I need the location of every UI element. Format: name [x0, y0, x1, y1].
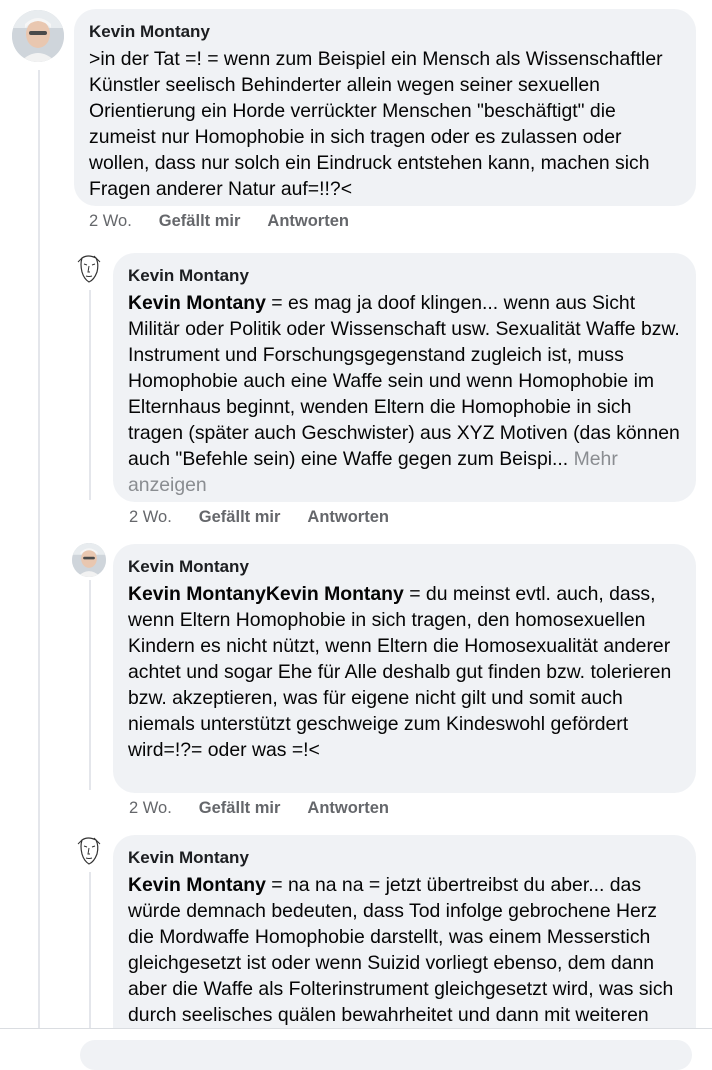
- comment-author[interactable]: Kevin Montany: [128, 847, 680, 868]
- avatar[interactable]: [72, 834, 106, 868]
- mention-link[interactable]: Kevin Montany: [128, 292, 266, 314]
- comment-text-content: = es mag ja doof klingen... wenn aus Sic…: [128, 292, 680, 470]
- comment-bubble: Kevin Montany Kevin Montany = es mag ja …: [113, 253, 696, 502]
- like-button[interactable]: Gefällt mir: [199, 508, 281, 527]
- comment-text-content: >in der Tat =! = wenn zum Beispiel ein M…: [89, 48, 663, 200]
- reply-button[interactable]: Antworten: [307, 799, 389, 818]
- sketch-face-icon: [72, 834, 106, 868]
- profile-photo-icon: [72, 543, 106, 577]
- comment-author[interactable]: Kevin Montany: [89, 21, 680, 42]
- profile-photo-icon: [12, 10, 64, 62]
- comment-text-content: = na na na = jetzt übertreibst du aber..…: [128, 874, 674, 1026]
- thread-line: [89, 872, 91, 1032]
- comment-bubble: Kevin Montany >in der Tat =! = wenn zum …: [74, 9, 696, 206]
- like-button[interactable]: Gefällt mir: [159, 212, 241, 231]
- comment-actions: 2 Wo. Gefällt mir Antworten: [129, 508, 389, 527]
- reply-button[interactable]: Antworten: [267, 212, 349, 231]
- comment-timestamp[interactable]: 2 Wo.: [129, 799, 172, 818]
- comment-clip: Kevin Montany Kevin Montany = na na na =…: [113, 835, 696, 1028]
- avatar[interactable]: [72, 252, 106, 286]
- comment-actions: 2 Wo. Gefällt mir Antworten: [89, 212, 349, 231]
- comment-input[interactable]: [80, 1040, 692, 1070]
- thread-line: [89, 290, 91, 500]
- comment-text: Kevin Montany = es mag ja doof klingen..…: [128, 290, 680, 498]
- comment-text: Kevin Montany = na na na = jetzt übertre…: [128, 872, 680, 1028]
- reply-button[interactable]: Antworten: [307, 508, 389, 527]
- comment-text-content: = du meinst evtl. auch, dass, wenn Elter…: [128, 583, 672, 761]
- comment-author[interactable]: Kevin Montany: [128, 265, 680, 286]
- comment-bubble: Kevin Montany Kevin Montany = na na na =…: [113, 835, 696, 1028]
- mention-link[interactable]: Kevin MontanyKevin Montany: [128, 583, 404, 605]
- comment-text: Kevin MontanyKevin Montany = du meinst e…: [128, 581, 680, 763]
- comment-bubble: Kevin Montany Kevin MontanyKevin Montany…: [113, 544, 696, 793]
- comment-author[interactable]: Kevin Montany: [128, 556, 680, 577]
- comment-timestamp[interactable]: 2 Wo.: [129, 508, 172, 527]
- thread-line: [38, 70, 40, 1030]
- comment-actions: 2 Wo. Gefällt mir Antworten: [129, 799, 389, 818]
- sketch-face-icon: [72, 252, 106, 286]
- thread-line: [89, 580, 91, 790]
- mention-link[interactable]: Kevin Montany: [128, 874, 266, 896]
- comment-timestamp[interactable]: 2 Wo.: [89, 212, 132, 231]
- avatar[interactable]: [72, 543, 106, 577]
- like-button[interactable]: Gefällt mir: [199, 799, 281, 818]
- avatar[interactable]: [12, 10, 64, 62]
- comment-text: >in der Tat =! = wenn zum Beispiel ein M…: [89, 46, 680, 202]
